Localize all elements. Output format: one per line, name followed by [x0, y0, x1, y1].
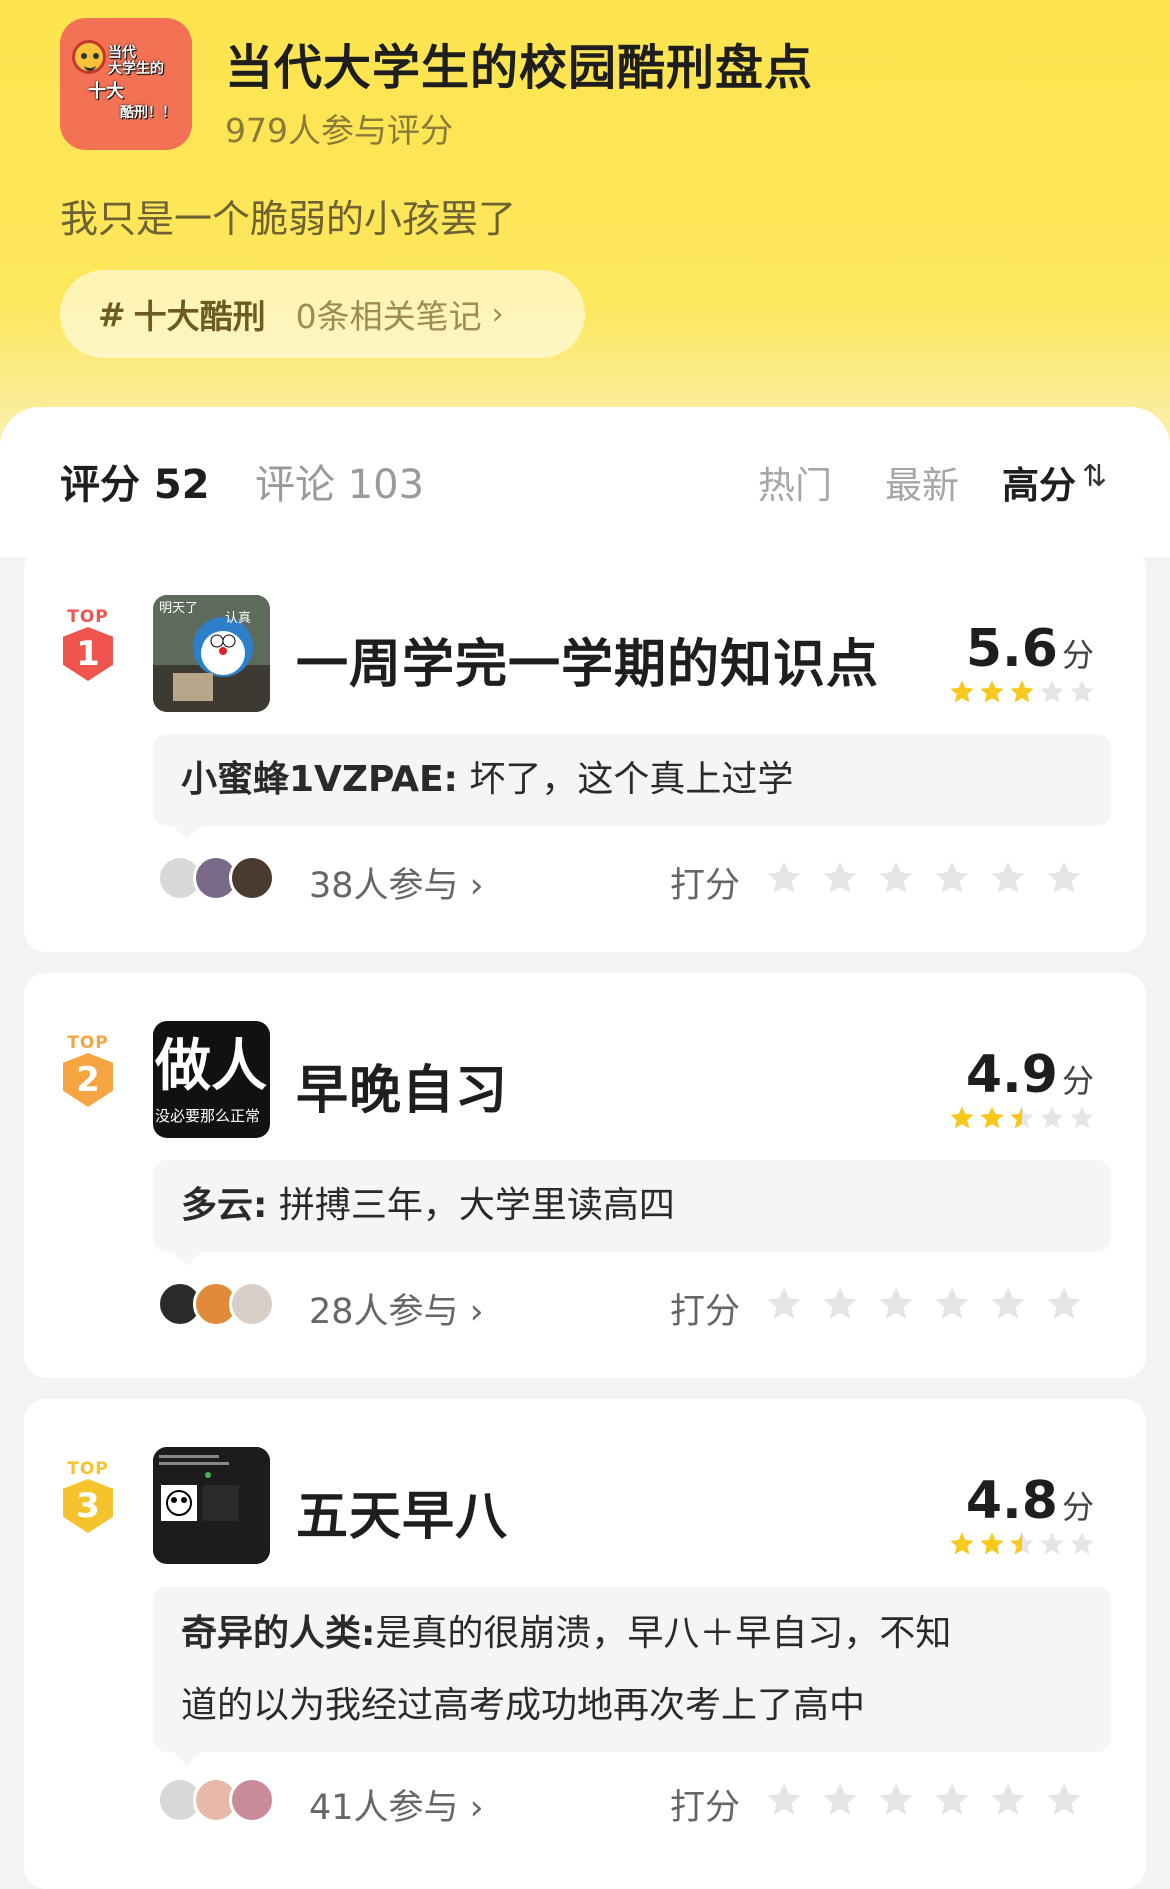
participant-avatars[interactable] — [157, 1777, 275, 1823]
star-filled-icon — [980, 1106, 1004, 1129]
rate-star-icon[interactable] — [1044, 1780, 1084, 1820]
rate-star-icon[interactable] — [988, 1284, 1028, 1324]
item-title: 早晚自习 — [296, 1061, 509, 1121]
star-filled-icon — [1010, 680, 1034, 703]
rank-number: 1 — [63, 627, 113, 681]
panel-header: 评分 52 评论 103 热门 最新 高分 ⇅ — [0, 407, 1170, 557]
rate-star-icon[interactable] — [764, 1284, 804, 1324]
topic-name: 十大酷刑 — [133, 297, 266, 336]
rate-star-icon[interactable] — [932, 1284, 972, 1324]
rank-card-2[interactable]: TOP 2 做人 没必要那么正常 早晚自习 4.9 分 多云: 拼搏三年，大学里读… — [24, 973, 1146, 1378]
avatar — [229, 1281, 275, 1327]
rate-label: 打分 — [670, 1788, 741, 1828]
avatar — [229, 1777, 275, 1823]
rank-number: 2 — [63, 1053, 113, 1107]
page-title: 当代大学生的校园酷刑盘点 — [225, 40, 814, 96]
star-empty-icon — [1040, 1106, 1064, 1129]
rate-star-icon[interactable] — [1044, 1284, 1084, 1324]
score-stars — [948, 1104, 1096, 1132]
star-empty-icon — [1070, 680, 1094, 703]
hashtag-icon: # — [98, 294, 126, 334]
rate-label: 打分 — [670, 866, 741, 906]
item-title: 五天早八 — [296, 1487, 509, 1547]
tab-ratings[interactable]: 评分 52 — [60, 452, 210, 510]
star-filled-icon — [950, 680, 974, 703]
related-notes-count: 0条相关笔记 — [295, 297, 482, 336]
item-score: 5.6 分 — [965, 619, 1094, 679]
cover-text: 当代 — [108, 45, 136, 61]
item-title: 一周学完一学期的知识点 — [296, 635, 880, 695]
item-thumbnail — [153, 1447, 270, 1564]
rank-card-1[interactable]: TOP 1 明天了 认真 一周学完一学期的知识点 5.6 分 小蜜蜂1VZPAE:… — [24, 547, 1146, 952]
rank-card-3[interactable]: TOP 3 五天早八 4.8 分 奇异的人类:是真的很崩溃，早八＋早自习，不知 道… — [24, 1399, 1146, 1889]
rate-star-icon[interactable] — [820, 858, 860, 898]
star-half-icon — [1010, 1532, 1034, 1555]
participants-link[interactable]: 38人参与 › — [309, 857, 484, 908]
score-stars — [948, 678, 1096, 706]
item-thumbnail: 做人 没必要那么正常 — [153, 1021, 270, 1138]
participant-count: 979人参与评分 — [225, 111, 453, 150]
item-score: 4.8 分 — [965, 1471, 1094, 1531]
rate-star-icon[interactable] — [876, 858, 916, 898]
rate-star-icon[interactable] — [876, 1284, 916, 1324]
star-empty-icon — [1040, 1532, 1064, 1555]
sort-highest[interactable]: 高分 — [1002, 455, 1076, 509]
chevron-right-icon: › — [491, 296, 504, 332]
rate-star-icon[interactable] — [988, 1780, 1028, 1820]
rank-number: 3 — [63, 1479, 113, 1533]
top-comment[interactable]: 奇异的人类:是真的很崩溃，早八＋早自习，不知 道的以为我经过高考成功地再次考上了… — [153, 1586, 1111, 1766]
cover-text: 酷刑！！ — [120, 105, 176, 121]
star-filled-icon — [980, 1532, 1004, 1555]
rate-stars[interactable] — [764, 858, 1084, 898]
star-empty-icon — [1070, 1106, 1094, 1129]
item-thumbnail: 明天了 认真 — [153, 595, 270, 712]
participants-link[interactable]: 28人参与 › — [309, 1283, 484, 1334]
rate-label: 打分 — [670, 1292, 741, 1332]
star-empty-icon — [1040, 680, 1064, 703]
star-filled-icon — [980, 680, 1004, 703]
participant-avatars[interactable] — [157, 855, 275, 901]
page-subtitle: 我只是一个脆弱的小孩罢了 — [60, 197, 517, 241]
star-filled-icon — [950, 1106, 974, 1129]
cover-text: 十大 — [88, 81, 124, 102]
sort-latest[interactable]: 最新 — [885, 455, 959, 509]
rate-star-icon[interactable] — [988, 858, 1028, 898]
rate-star-icon[interactable] — [820, 1780, 860, 1820]
rate-stars[interactable] — [764, 1780, 1084, 1820]
item-score: 4.9 分 — [965, 1045, 1094, 1105]
participants-link[interactable]: 41人参与 › — [309, 1779, 484, 1830]
sort-hot[interactable]: 热门 — [758, 455, 832, 509]
rate-star-icon[interactable] — [764, 858, 804, 898]
rate-star-icon[interactable] — [932, 858, 972, 898]
rate-stars[interactable] — [764, 1284, 1084, 1324]
rank-badge: TOP 1 — [59, 607, 117, 685]
collection-cover-icon: 当代 大学生的 十大 酷刑！！ — [60, 18, 192, 150]
score-stars — [948, 1530, 1096, 1558]
angry-face-icon — [72, 40, 106, 74]
tab-comments[interactable]: 评论 103 — [255, 452, 424, 510]
participant-avatars[interactable] — [157, 1281, 275, 1327]
rate-star-icon[interactable] — [1044, 858, 1084, 898]
rank-badge: TOP 3 — [59, 1459, 117, 1537]
avatar — [229, 855, 275, 901]
rank-badge: TOP 2 — [59, 1033, 117, 1111]
top-comment[interactable]: 小蜜蜂1VZPAE: 坏了，这个真上过学 — [153, 734, 1111, 840]
star-empty-icon — [1070, 1532, 1094, 1555]
star-filled-icon — [950, 1532, 974, 1555]
rate-star-icon[interactable] — [764, 1780, 804, 1820]
cover-text: 大学生的 — [108, 61, 164, 77]
top-comment[interactable]: 多云: 拼搏三年，大学里读高四 — [153, 1160, 1111, 1266]
star-half-icon — [1010, 1106, 1034, 1129]
rate-star-icon[interactable] — [876, 1780, 916, 1820]
rate-star-icon[interactable] — [820, 1284, 860, 1324]
sort-order-icon[interactable]: ⇅ — [1082, 459, 1107, 494]
topic-link[interactable]: # 十大酷刑 0条相关笔记 › — [60, 270, 585, 358]
rate-star-icon[interactable] — [932, 1780, 972, 1820]
